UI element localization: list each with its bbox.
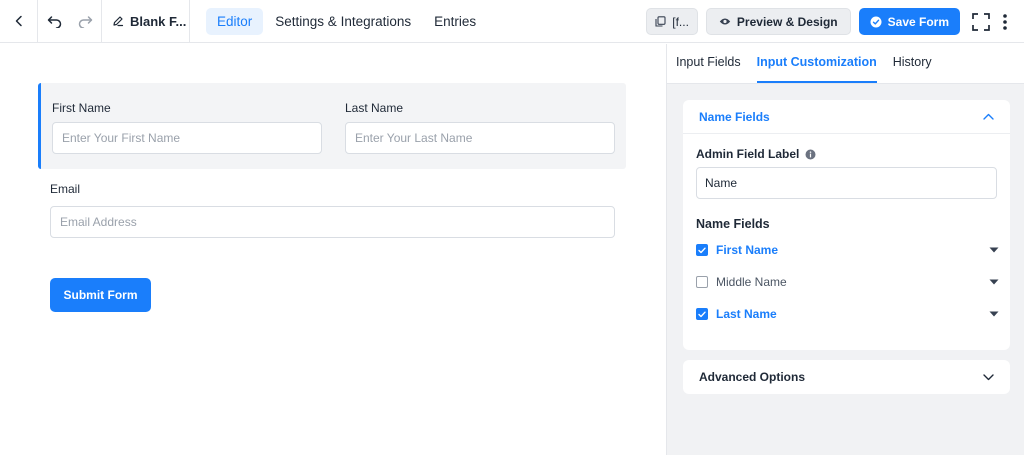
name-fields-title: Name Fields [696,217,770,231]
save-label: Save Form [887,14,949,29]
top-toolbar: Blank F... Editor Settings & Integration… [0,0,1024,43]
tab-editor[interactable]: Editor [206,7,264,35]
chevron-left-icon [15,15,22,27]
eye-icon [719,18,731,25]
tab-input-customization[interactable]: Input Customization [756,55,877,83]
name-field-first[interactable]: First Name [696,240,999,260]
tab-history[interactable]: History [893,55,932,83]
main-nav: Editor Settings & Integrations Entries [206,7,488,35]
name-field-middle-left: Middle Name [696,275,787,289]
name-field-last[interactable]: Last Name [696,304,999,324]
chevron-down-icon [983,373,994,380]
check-circle-icon [870,16,882,27]
form-canvas: First Name Enter Your First Name Last Na… [0,44,666,455]
advanced-options-title: Advanced Options [699,370,806,384]
shortcode-label: [f... [672,14,689,29]
first-name-label: First Name [52,101,111,115]
name-field-first-left: First Name [696,243,778,257]
toolbar-actions: [f... Preview & Design Save Form [646,0,1024,43]
caret-down-icon[interactable] [989,279,999,285]
last-name-checkbox[interactable] [696,308,708,320]
settings-panel: Input Fields Input Customization History… [666,44,1024,455]
last-name-field-label: Last Name [716,307,777,321]
chevron-up-icon [983,113,994,120]
check-icon [698,247,706,253]
fullscreen-icon [972,12,990,31]
admin-field-label-row: Admin Field Label [696,147,816,161]
undo-button[interactable] [38,0,70,43]
fullscreen-button[interactable] [970,12,992,31]
name-fields-card: Name Fields Admin Field Label Name Name … [683,100,1010,350]
caret-down-icon[interactable] [989,311,999,317]
pencil-icon [113,16,124,27]
tab-input-fields[interactable]: Input Fields [676,55,741,83]
last-name-label: Last Name [345,101,404,115]
admin-field-label-input[interactable]: Name [696,167,997,199]
advanced-options-card[interactable]: Advanced Options [683,360,1010,394]
email-label: Email [50,182,81,196]
name-fields-header[interactable]: Name Fields [683,100,1010,134]
copy-icon [655,16,666,27]
caret-down-icon[interactable] [989,247,999,253]
name-field-block[interactable]: First Name Enter Your First Name Last Na… [38,83,626,169]
name-field-middle[interactable]: Middle Name [696,272,999,292]
first-name-field-label: First Name [716,243,779,257]
info-icon[interactable] [805,149,816,160]
check-icon [698,311,706,317]
last-name-input[interactable]: Enter Your Last Name [345,122,615,154]
more-options-button[interactable] [1000,13,1010,30]
undo-icon [47,15,61,28]
middle-name-field-label: Middle Name [716,275,787,289]
name-fields-section-title: Name Fields [699,109,770,124]
admin-field-label: Admin Field Label [696,147,800,161]
back-button[interactable] [0,0,38,43]
name-field-last-left: Last Name [696,307,777,321]
shortcode-button[interactable]: [f... [646,8,698,35]
redo-button[interactable] [70,0,102,43]
email-input[interactable]: Email Address [50,206,615,238]
redo-icon [78,15,93,28]
first-name-input[interactable]: Enter Your First Name [52,122,322,154]
more-vertical-icon [1003,13,1007,30]
form-title-text: Blank F... [130,13,187,29]
form-title[interactable]: Blank F... [102,0,190,43]
submit-form-button[interactable]: Submit Form [50,278,151,312]
tab-settings-integrations[interactable]: Settings & Integrations [264,8,422,35]
preview-design-button[interactable]: Preview & Design [705,8,851,35]
first-name-checkbox[interactable] [696,244,708,256]
tab-entries[interactable]: Entries [423,8,487,35]
panel-tabs: Input Fields Input Customization History [667,44,1024,84]
middle-name-checkbox[interactable] [696,276,708,288]
preview-label: Preview & Design [736,14,838,29]
save-form-button[interactable]: Save Form [858,8,960,35]
